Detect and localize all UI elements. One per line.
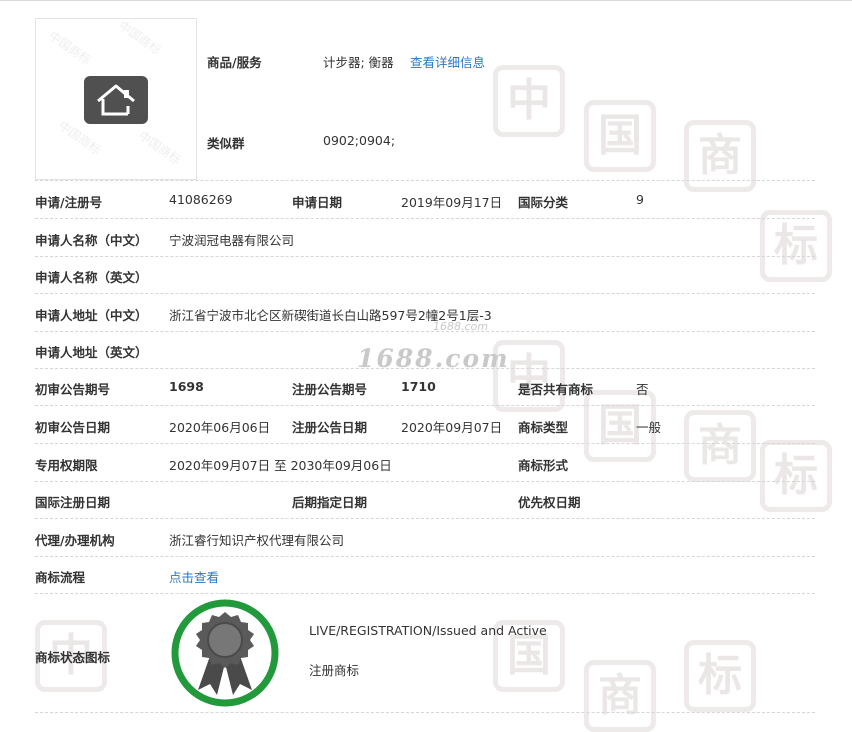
intl-class-label: 国际分类 bbox=[518, 195, 569, 210]
divider bbox=[35, 218, 815, 219]
watermark-char: 商 bbox=[684, 410, 756, 482]
divider bbox=[35, 518, 815, 519]
divider bbox=[35, 443, 815, 444]
reg-no-value: 41086269 bbox=[169, 192, 233, 207]
tm-type-value: 一般 bbox=[636, 420, 662, 435]
shared-label: 是否共有商标 bbox=[518, 382, 594, 397]
process-link[interactable]: 点击查看 bbox=[169, 567, 219, 586]
intl-reg-date-label: 国际注册日期 bbox=[35, 495, 111, 510]
applicant-cn-label: 申请人名称（中文） bbox=[35, 233, 148, 248]
divider bbox=[35, 180, 815, 181]
reg-pub-no-label: 注册公告期号 bbox=[292, 382, 368, 397]
exclusive-value: 2020年09月07日 至 2030年09月06日 bbox=[169, 458, 392, 473]
reg-pub-date-label: 注册公告日期 bbox=[292, 420, 368, 435]
divider bbox=[35, 368, 815, 369]
process-label: 商标流程 bbox=[35, 570, 86, 585]
intl-class-value: 9 bbox=[636, 192, 644, 207]
watermark-char: 标 bbox=[760, 440, 832, 512]
watermark-small-text: 中国商标 bbox=[46, 28, 94, 68]
watermark-char: 商 bbox=[584, 660, 656, 732]
divider bbox=[35, 481, 815, 482]
divider bbox=[35, 405, 815, 406]
agent-label: 代理/办理机构 bbox=[35, 533, 115, 548]
watermark-char: 商 bbox=[684, 120, 756, 192]
watermark-char: 国 bbox=[584, 100, 656, 172]
top-border bbox=[0, 0, 852, 1]
priority-date-label: 优先权日期 bbox=[518, 495, 581, 510]
reg-no-label: 申请/注册号 bbox=[35, 195, 103, 210]
applicant-en-label: 申请人名称（英文） bbox=[35, 270, 148, 285]
house-icon bbox=[84, 76, 148, 124]
goods-label: 商品/服务 bbox=[207, 55, 262, 70]
shared-value: 否 bbox=[636, 382, 649, 397]
status-chinese: 注册商标 bbox=[309, 663, 360, 678]
divider bbox=[35, 593, 815, 594]
prelim-no-value: 1698 bbox=[169, 379, 204, 394]
exclusive-label: 专用权期限 bbox=[35, 458, 98, 473]
watermark-char: 中 bbox=[493, 65, 565, 137]
prelim-date-value: 2020年06月06日 bbox=[169, 420, 271, 435]
prelim-date-label: 初审公告日期 bbox=[35, 420, 111, 435]
divider bbox=[35, 293, 815, 294]
similar-group-label: 类似群 bbox=[207, 136, 245, 151]
address-cn-label: 申请人地址（中文） bbox=[35, 308, 148, 323]
address-en-label: 申请人地址（英文） bbox=[35, 345, 148, 360]
registered-seal-icon bbox=[170, 598, 280, 708]
watermark-char: 标 bbox=[760, 210, 832, 282]
goods-value: 计步器; 衡器 bbox=[323, 55, 394, 70]
applicant-cn-value: 宁波润冠电器有限公司 bbox=[169, 233, 295, 248]
prelim-no-label: 初审公告期号 bbox=[35, 382, 111, 397]
watermark-char: 标 bbox=[684, 640, 756, 712]
goods-detail-link[interactable]: 查看详细信息 bbox=[410, 52, 485, 71]
watermark-small-text: 中国商标 bbox=[116, 18, 164, 58]
reg-pub-date-value: 2020年09月07日 bbox=[401, 420, 503, 435]
status-icon-label: 商标状态图标 bbox=[35, 650, 111, 665]
reg-pub-no-value: 1710 bbox=[401, 379, 436, 394]
tm-type-label: 商标类型 bbox=[518, 420, 569, 435]
address-cn-value: 浙江省宁波市北仑区新碶街道长白山路597号2幢2号1层-3 bbox=[169, 308, 492, 323]
later-date-label: 后期指定日期 bbox=[292, 495, 368, 510]
divider bbox=[35, 331, 815, 332]
divider bbox=[35, 256, 815, 257]
apply-date-value: 2019年09月17日 bbox=[401, 195, 503, 210]
watermark-small-text: 中国商标 bbox=[136, 128, 184, 168]
divider bbox=[35, 556, 815, 557]
apply-date-label: 申请日期 bbox=[292, 195, 343, 210]
divider bbox=[35, 712, 815, 713]
agent-value: 浙江睿行知识产权代理有限公司 bbox=[169, 533, 345, 548]
tm-form-label: 商标形式 bbox=[518, 458, 569, 473]
status-english: LIVE/REGISTRATION/Issued and Active bbox=[309, 623, 547, 638]
similar-group-value: 0902;0904; bbox=[323, 133, 396, 148]
